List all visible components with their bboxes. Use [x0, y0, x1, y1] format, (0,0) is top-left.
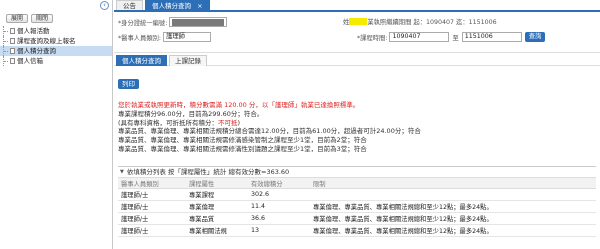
license-period-text: 業執照繼續期間 起：1090407 迄：1151006 [367, 19, 497, 26]
table-cell: 專業相關法規 [186, 224, 248, 237]
table-cell: 專業倫理、專業品質、專業相關法規總和至少12點；最多24點。 [310, 224, 596, 237]
table-cell: 專業課程 [186, 188, 248, 201]
subtab-course-record[interactable]: 上課記錄 [169, 55, 207, 66]
search-form: *身分證統一編號: *醫事人員類別: 護理師 姓 業執照繼續期間 起：10904… [114, 12, 600, 53]
redacted-name [349, 18, 368, 25]
category-field[interactable]: 護理師 [163, 32, 212, 42]
menu-tree: 個人報活動 課程查詢及線上報名 個人積分查詢 個人信箱 [0, 26, 112, 66]
category-row: *醫事人員類別: 護理師 [118, 32, 212, 42]
sidebar-item-label: 課程查詢及線上報名 [17, 37, 76, 45]
license-row: 姓 業執照繼續期間 起：1090407 迄：1151006 [343, 17, 497, 26]
expand-button[interactable]: 展開 [6, 13, 29, 23]
tab-bar: 公告 個人積分查詢 × [114, 0, 600, 12]
table-cell: 專業品質 [186, 212, 248, 225]
main-panel: 公告 個人積分查詢 × *身分證統一編號: *醫事人員類別: 護理師 姓 業執照… [114, 0, 600, 249]
column-header: 有效總積分 [248, 177, 310, 189]
specialty-prefix: (具有專科資格，可折抵所有積分： [118, 118, 219, 127]
sidebar-item-credit-query[interactable]: 個人積分查詢 [0, 46, 112, 56]
sidebar: ‹ 展開 關閉 個人報活動 課程查詢及線上報名 個人積分查詢 個人信箱 [0, 0, 113, 249]
table-title-bar[interactable]: ▼ 依填積分列表 按「課程屬性」統計 總有效分數=363.60 [118, 167, 596, 177]
caret-down-icon[interactable]: ▼ [120, 167, 124, 177]
tab-label: 公告 [123, 2, 136, 10]
sidebar-item-mailbox[interactable]: 個人信箱 [0, 56, 112, 66]
table-cell: 專業倫理、專業品質、專業相關法規總和至少12點；最多24點。 [310, 200, 596, 213]
table-row: 護理師/士 專業倫理 11.4 專業倫理、專業品質、專業相關法規總和至少12點；… [118, 200, 596, 213]
tab-label: 個人積分查詢 [152, 2, 191, 10]
table-row: 護理師/士 專業品質 36.6 專業倫理、專業品質、專業相關法規總和至少12點；… [118, 212, 596, 225]
summary-line-1: 您於執業或執照更新時，積分數需滿 120.00 分，以「護理師」執業已達換照標準… [118, 101, 360, 109]
id-label: *身分證統一編號: [118, 19, 168, 27]
sidebar-item-activity[interactable]: 個人報活動 [0, 26, 112, 36]
period-separator: 至 [452, 34, 459, 42]
redacted-id [172, 18, 225, 26]
table-row: 護理師/士 專業相關法規 13 專業倫理、專業品質、專業相關法規總和至少12點；… [118, 224, 596, 237]
sidebar-item-label: 個人信箱 [17, 57, 43, 65]
tab-announcement[interactable]: 公告 [116, 0, 143, 10]
tab-credit-query[interactable]: 個人積分查詢 × [145, 0, 210, 10]
tree-line [3, 26, 8, 36]
table-cell: 護理師/士 [118, 212, 186, 225]
document-icon [10, 58, 15, 64]
document-icon [10, 48, 15, 54]
close-icon[interactable]: × [197, 2, 202, 10]
tree-line [3, 56, 8, 66]
tree-line [3, 46, 8, 56]
collapse-sidebar-button[interactable]: ‹ [100, 1, 109, 10]
subtab-bar: 個人積分查詢 上課記錄 [114, 55, 600, 66]
credit-summary: 您於執業或執照更新時，積分數需滿 120.00 分，以「護理師」執業已達換照標準… [118, 101, 598, 154]
sidebar-top: ‹ [0, 0, 112, 12]
search-button[interactable]: 查詢 [524, 32, 546, 42]
table-cell: 專業倫理、專業品質、專業相關法規總和至少12點；最多24點。 [310, 212, 596, 225]
close-button[interactable]: 關閉 [31, 13, 54, 23]
table-row: 護理師/士 專業課程 302.6 [118, 188, 596, 201]
table-cell: 302.6 [248, 188, 310, 201]
period-from-input[interactable]: 1090407 [389, 32, 450, 42]
specialty-suffix: ) [237, 118, 241, 127]
table-cell: 36.6 [248, 212, 310, 225]
period-label: *課程時間: [357, 34, 388, 42]
summary-line-5: 專業品質、專業倫理、專業相關法規需修滿感染管制之課程至少1堂，目前為2堂；符合 [118, 136, 367, 145]
document-icon [10, 38, 15, 44]
table-header-row: 醫事人員類別 課程屬性 有效總積分 限制 [118, 177, 596, 189]
column-header: 課程屬性 [186, 177, 248, 189]
table-cell: 11.4 [248, 200, 310, 213]
summary-line-4: 專業品質、專業倫理、專業相關法規積分總合需達12.00分，目前為61.00分，超… [118, 127, 421, 136]
table-title: 依填積分列表 按「課程屬性」統計 總有效分數=363.60 [126, 168, 290, 176]
table-cell: 護理師/士 [118, 224, 186, 237]
sidebar-buttons: 展開 關閉 [0, 12, 112, 24]
print-button[interactable]: 列印 [118, 79, 139, 89]
category-label: *醫事人員類別: [118, 34, 162, 42]
sidebar-item-label: 個人積分查詢 [17, 47, 56, 55]
table-cell [310, 188, 596, 201]
sidebar-item-label: 個人報活動 [17, 27, 50, 35]
specialty-status: 不可抵 [218, 118, 238, 127]
column-header: 醫事人員類別 [118, 177, 186, 189]
column-header: 限制 [310, 177, 596, 189]
tree-line [3, 36, 8, 46]
credit-table-section: ▼ 依填積分列表 按「課程屬性」統計 總有效分數=363.60 醫事人員類別 課… [118, 166, 596, 237]
subtab-credit-query[interactable]: 個人積分查詢 [116, 55, 167, 66]
credit-table: 醫事人員類別 課程屬性 有效總積分 限制 護理師/士 專業課程 302.6 護理… [118, 177, 596, 237]
table-cell: 專業倫理 [186, 200, 248, 213]
sidebar-item-course-search[interactable]: 課程查詢及線上報名 [0, 36, 112, 46]
table-cell: 護理師/士 [118, 200, 186, 213]
summary-line-2: 專業課程積分96.00分，目前為299.60分；符合。 [118, 109, 264, 118]
id-field[interactable] [169, 17, 228, 27]
table-cell: 護理師/士 [118, 188, 186, 201]
summary-line-6: 專業品質、專業倫理、專業相關法規需修滿性別議題之課程至少1堂，目前為3堂；符合 [118, 144, 367, 153]
period-row: *課程時間: 1090407 至 1151006 查詢 [357, 32, 546, 42]
table-cell: 13 [248, 224, 310, 237]
id-row: *身分證統一編號: [118, 17, 228, 27]
document-icon [10, 28, 15, 34]
period-to-input[interactable]: 1151006 [461, 32, 522, 42]
